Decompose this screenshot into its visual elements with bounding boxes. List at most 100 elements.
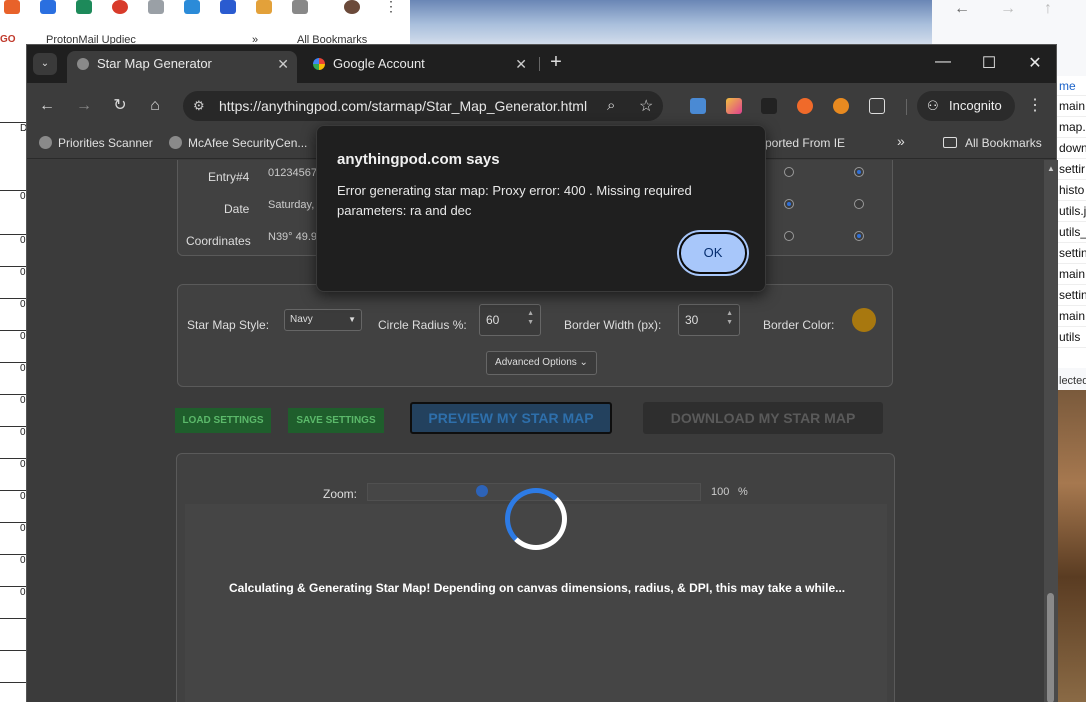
- zoom-icon[interactable]: ⌕: [607, 97, 615, 114]
- star-map-style-label: Star Map Style:: [187, 318, 270, 332]
- all-bookmarks-button[interactable]: All Bookmarks: [943, 136, 1042, 150]
- border-width-input[interactable]: 30 ▲ ▼: [678, 304, 740, 336]
- border-color-swatch[interactable]: [852, 308, 876, 332]
- loading-message: Calculating & Generating Star Map! Depen…: [229, 581, 846, 595]
- radio-coords-b[interactable]: [854, 231, 864, 241]
- sheet-row: 0: [0, 554, 26, 566]
- globe-icon: [39, 136, 52, 149]
- stepper-icon[interactable]: ▲ ▼: [726, 309, 733, 327]
- save-settings-button[interactable]: SAVE SETTINGS: [288, 408, 384, 433]
- zoom-slider-handle[interactable]: [476, 485, 488, 497]
- scrollbar-thumb[interactable]: [1047, 593, 1054, 702]
- extensions-puzzle-icon[interactable]: [869, 98, 885, 114]
- incognito-label: Incognito: [949, 98, 1002, 113]
- bookmark-label: Priorities Scanner: [58, 136, 153, 150]
- globe-icon: [169, 136, 182, 149]
- star-map-canvas: Calculating & Generating Star Map! Depen…: [185, 488, 887, 702]
- stepper-icon[interactable]: ▲ ▼: [527, 309, 534, 327]
- dialog-title: anythingpod.com says: [337, 151, 500, 168]
- globe-icon: [77, 58, 89, 70]
- style-panel: Star Map Style: Navy ▼ Circle Radius %: …: [177, 284, 893, 387]
- tab-title: Star Map Generator: [97, 56, 212, 71]
- extension-hat-icon[interactable]: [761, 98, 777, 114]
- page-scrollbar[interactable]: ▲: [1044, 160, 1058, 702]
- sheet-row: 0: [0, 586, 26, 598]
- tab-title: Google Account: [333, 56, 425, 71]
- radio-date-b[interactable]: [854, 199, 864, 209]
- close-tab-icon[interactable]: ✕: [277, 51, 289, 77]
- url-text[interactable]: https://anythingpod.com/starmap/Star_Map…: [219, 98, 587, 114]
- star-map-style-select[interactable]: Navy ▼: [284, 309, 362, 331]
- file-list-item: settin: [1057, 243, 1086, 264]
- bookmark-imported-from-ie[interactable]: ported From IE: [765, 136, 845, 150]
- app-icon-m: [4, 0, 20, 14]
- address-bar[interactable]: ⚙ https://anythingpod.com/starmap/Star_M…: [183, 91, 663, 121]
- radio-date-a[interactable]: [784, 199, 794, 209]
- scroll-up-icon[interactable]: ▲: [1047, 164, 1055, 173]
- close-window-button[interactable]: ✕: [1020, 53, 1050, 73]
- tab-google-account[interactable]: Google Account ✕: [303, 51, 535, 83]
- sheet-row: 0: [0, 362, 26, 374]
- preview-star-map-button[interactable]: PREVIEW MY STAR MAP: [410, 402, 612, 434]
- load-settings-button[interactable]: LOAD SETTINGS: [175, 408, 271, 433]
- entry4-input[interactable]: 01234567: [268, 167, 317, 179]
- app-icon-bracket: [184, 0, 200, 14]
- coordinates-label: Coordinates: [186, 234, 251, 248]
- advanced-options-button[interactable]: Advanced Options ⌄: [486, 351, 597, 375]
- incognito-indicator[interactable]: ⚇ Incognito: [917, 91, 1015, 121]
- sheet-row: 0: [0, 234, 26, 246]
- date-input[interactable]: Saturday,: [268, 199, 314, 211]
- site-info-icon[interactable]: ⚙: [193, 98, 205, 114]
- sheet-row: 0: [0, 490, 26, 502]
- maximize-button[interactable]: ☐: [974, 53, 1004, 73]
- ok-button[interactable]: OK: [679, 232, 747, 274]
- date-label: Date: [224, 202, 250, 216]
- radio-coords-a[interactable]: [784, 231, 794, 241]
- back-icon[interactable]: ←: [37, 97, 57, 115]
- browser-toolbar: ← → ↻ ⌂ ⚙ https://anythingpod.com/starma…: [27, 83, 1056, 129]
- avatar: [344, 0, 360, 14]
- extension-moon-icon[interactable]: [833, 98, 849, 114]
- extension-m-icon[interactable]: [797, 98, 813, 114]
- sheet-row: 0: [0, 298, 26, 310]
- browser-menu-icon[interactable]: ⋮: [1027, 95, 1043, 115]
- dialog-message: Error generating star map: Proxy error: …: [337, 183, 692, 218]
- sheet-row: [0, 618, 26, 619]
- minimize-button[interactable]: —: [928, 53, 958, 71]
- sheet-row: 0: [0, 190, 26, 202]
- back-arrow-icon: ←: [954, 0, 970, 17]
- folder-icon: [943, 137, 957, 148]
- zoom-unit: %: [738, 486, 748, 498]
- bookmark-star-icon[interactable]: ☆: [639, 96, 653, 116]
- home-icon[interactable]: ⌂: [145, 97, 165, 115]
- border-color-label: Border Color:: [763, 318, 835, 332]
- coordinates-input[interactable]: N39° 49.9': [268, 231, 319, 243]
- extension-pen-icon[interactable]: [726, 98, 742, 114]
- download-star-map-button[interactable]: DOWNLOAD MY STAR MAP: [643, 402, 883, 434]
- app-icon-puzzle: [292, 0, 308, 14]
- forward-icon[interactable]: →: [74, 97, 94, 115]
- tab-search-button[interactable]: ⌄: [33, 53, 57, 75]
- radio-entry4-a[interactable]: [784, 167, 794, 177]
- forward-arrow-icon: →: [1000, 0, 1016, 17]
- tab-star-map-generator[interactable]: Star Map Generator ✕: [67, 51, 297, 83]
- close-tab-icon[interactable]: ✕: [515, 51, 527, 77]
- app-icon-shield: [76, 0, 92, 14]
- file-list-item: utils.j: [1057, 201, 1086, 222]
- bookmark-mcafee[interactable]: McAfee SecurityCen...: [169, 136, 307, 150]
- extension-image-icon[interactable]: [690, 98, 706, 114]
- bookmark-priorities-scanner[interactable]: Priorities Scanner: [39, 136, 153, 150]
- new-tab-button[interactable]: +: [546, 51, 566, 74]
- sheet-row: [0, 682, 26, 683]
- reload-icon[interactable]: ↻: [110, 97, 130, 115]
- sheet-row: 0: [0, 522, 26, 534]
- background-spreadsheet: D 0 0 0 0 0 0 0 0 0 0 0 0 0: [0, 44, 27, 702]
- app-icon-s: [220, 0, 236, 14]
- bookmarks-overflow-button[interactable]: »: [897, 133, 905, 149]
- circle-radius-input[interactable]: 60 ▲ ▼: [479, 304, 541, 336]
- sheet-row: 0: [0, 330, 26, 342]
- circle-radius-value: 60: [486, 313, 500, 327]
- zoom-value: 100: [711, 486, 730, 498]
- up-arrow-icon: ↑: [1044, 0, 1052, 17]
- radio-entry4-b[interactable]: [854, 167, 864, 177]
